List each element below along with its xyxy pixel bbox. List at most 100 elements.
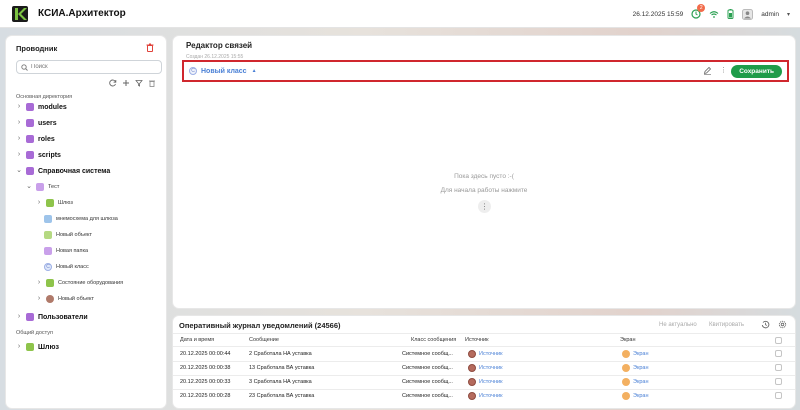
tree-item-label: roles — [38, 135, 55, 143]
mnemonic-icon — [44, 215, 52, 223]
row-source-link[interactable]: Источник — [479, 351, 502, 357]
folder-icon — [44, 247, 52, 255]
user-menu-chevron-icon[interactable]: ▾ — [787, 11, 790, 18]
tree-item-label: Новая папка — [56, 248, 89, 254]
row-checkbox[interactable] — [775, 392, 782, 399]
chevron-down-icon[interactable]: ⌄ — [16, 165, 22, 177]
more-options-icon[interactable]: ⋮ — [720, 66, 727, 74]
app-logo — [12, 5, 28, 22]
trash-icon[interactable] — [146, 43, 154, 52]
row-checkbox[interactable] — [775, 364, 782, 371]
chevron-right-icon[interactable]: › — [16, 133, 22, 145]
tree-item-gateway[interactable]: › Шлюз — [36, 197, 73, 209]
row-source-link[interactable]: Источник — [479, 365, 502, 371]
top-bar: КСИА.Архитектор 26.12.2025 15:59 2 admin… — [0, 0, 800, 28]
row-message: 3 Сработала НА уставка — [249, 379, 312, 385]
gateway-icon — [26, 343, 34, 351]
battery-icon[interactable] — [727, 9, 734, 19]
chevron-down-icon[interactable]: ⌄ — [26, 181, 32, 193]
empty-state-menu-button[interactable]: ⋮ — [478, 200, 491, 213]
tree-item-mnemonic[interactable]: мнемосхема для шлюза — [44, 213, 118, 225]
tree-item-reference-system[interactable]: ⌄ Справочная система — [16, 165, 110, 177]
tree-item-test[interactable]: ⌄ Тест — [26, 181, 59, 193]
user-name[interactable]: admin — [761, 11, 779, 18]
col-message[interactable]: Сообщение — [249, 337, 279, 343]
caret-up-icon[interactable]: ▲ — [252, 68, 257, 74]
settings-gear-icon[interactable] — [778, 320, 787, 329]
wifi-icon[interactable] — [709, 10, 719, 19]
save-button[interactable]: Сохранить — [731, 65, 782, 78]
chevron-right-icon[interactable]: › — [16, 117, 22, 129]
search-field[interactable] — [16, 60, 162, 74]
row-screen-link[interactable]: Экран — [633, 365, 649, 371]
screen-icon — [622, 350, 630, 358]
history-icon[interactable] — [761, 320, 770, 329]
tree-item-label: Состояние оборудования — [58, 280, 124, 286]
row-class: Системное сообщ... — [402, 365, 453, 371]
tree-item-new-object-2[interactable]: › Новый объект — [36, 293, 94, 305]
tree-item-modules[interactable]: › modules — [16, 101, 67, 113]
class-icon: C — [189, 67, 197, 75]
chevron-right-icon[interactable]: › — [36, 293, 42, 305]
row-date: 20.12.2025 00:00:38 — [180, 365, 231, 371]
tree-item-scripts[interactable]: › scripts — [16, 149, 61, 161]
row-class: Системное сообщ... — [402, 379, 453, 385]
tree-item-users[interactable]: › users — [16, 117, 57, 129]
class-name-link[interactable]: Новый класс — [201, 68, 247, 75]
row-source-link[interactable]: Источник — [479, 379, 502, 385]
explorer-title: Проводник — [16, 44, 58, 53]
row-screen-link[interactable]: Экран — [633, 393, 649, 399]
notifications-journal-panel: Оперативный журнал уведомлений (24566) Н… — [173, 316, 795, 408]
row-screen-link[interactable]: Экран — [633, 351, 649, 357]
add-icon[interactable] — [122, 79, 130, 87]
search-input[interactable] — [31, 64, 151, 70]
tree-item-label: scripts — [38, 151, 61, 159]
tree-item-label: users — [38, 119, 57, 127]
refresh-icon[interactable] — [109, 79, 117, 87]
chevron-right-icon[interactable]: › — [36, 197, 42, 209]
filter-icon[interactable] — [135, 79, 143, 87]
col-source[interactable]: Источник — [465, 337, 488, 343]
notifications-button[interactable]: 2 — [691, 4, 706, 19]
col-date[interactable]: Дата и время — [180, 337, 214, 343]
row-screen-link[interactable]: Экран — [633, 379, 649, 385]
tree-item-equipment-state[interactable]: › Состояние оборудования — [36, 277, 123, 289]
row-checkbox[interactable] — [775, 350, 782, 357]
tree-item-new-folder[interactable]: Новая папка — [44, 245, 88, 257]
gateway-icon — [46, 199, 54, 207]
folder-icon — [26, 167, 34, 175]
tree-item-roles[interactable]: › roles — [16, 133, 55, 145]
search-icon — [21, 63, 28, 71]
not-relevant-button[interactable]: Не актуально — [659, 322, 697, 328]
col-screen[interactable]: Экран — [620, 337, 636, 343]
select-all-checkbox[interactable] — [775, 337, 782, 344]
col-message-class[interactable]: Класс сообщения — [411, 337, 456, 343]
acknowledge-button[interactable]: Квитировать — [709, 322, 744, 328]
delete-icon[interactable] — [148, 79, 156, 87]
row-class: Системное сообщ... — [402, 351, 453, 357]
chevron-right-icon[interactable]: › — [16, 341, 22, 353]
chevron-right-icon[interactable]: › — [16, 149, 22, 161]
editor-title: Редактор связей — [186, 41, 253, 50]
main-directory-label: Основная директория — [16, 94, 73, 100]
row-date: 20.12.2025 00:00:33 — [180, 379, 231, 385]
screen-icon — [622, 378, 630, 386]
row-checkbox[interactable] — [775, 378, 782, 385]
relations-editor-panel: Редактор связей Создан 26.12.2025 15:55 … — [173, 36, 795, 308]
chevron-right-icon[interactable]: › — [16, 101, 22, 113]
tree-item-new-object[interactable]: Новый объект — [44, 229, 92, 241]
tree-item-label: Новый объект — [56, 232, 93, 238]
tree-item-label: Новый класс — [56, 264, 89, 270]
tree-item-shared-gateway[interactable]: › Шлюз — [16, 341, 59, 353]
row-message: 23 Сработала ВА уставка — [249, 393, 315, 399]
notification-count: 2 — [697, 4, 706, 12]
chevron-right-icon[interactable]: › — [36, 277, 42, 289]
row-source-link[interactable]: Источник — [479, 393, 502, 399]
tree-item-new-class[interactable]: C Новый класс — [44, 261, 89, 273]
screen-icon — [622, 364, 630, 372]
edit-icon[interactable] — [703, 66, 712, 75]
tree-item-users-ru[interactable]: › Пользователи — [16, 311, 88, 323]
source-avatar-icon — [468, 378, 476, 386]
user-avatar-icon[interactable] — [742, 8, 754, 20]
chevron-right-icon[interactable]: › — [16, 311, 22, 323]
